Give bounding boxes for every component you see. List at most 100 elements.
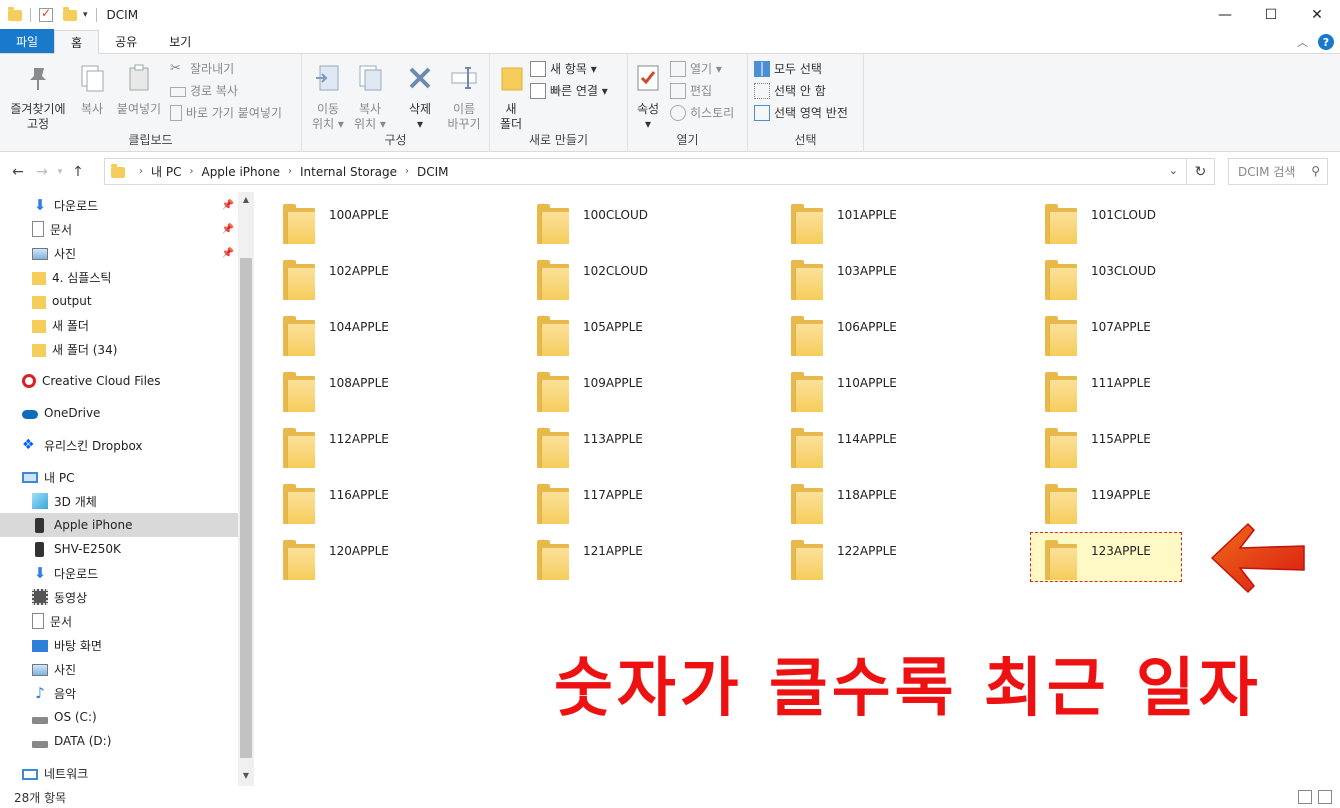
- nav-creative-cloud[interactable]: Creative Cloud Files: [22, 369, 254, 393]
- properties-button[interactable]: 속성 ▾: [632, 62, 664, 132]
- nav-item[interactable]: ⬇ 다운로드: [0, 561, 238, 585]
- folder-item[interactable]: 120APPLE: [254, 528, 494, 580]
- scroll-thumb[interactable]: [240, 258, 252, 758]
- breadcrumb-this-pc[interactable]: 내 PC: [151, 163, 181, 180]
- nav-onedrive[interactable]: OneDrive: [22, 401, 254, 425]
- copy-button[interactable]: 복사: [74, 62, 110, 117]
- nav-item[interactable]: ♪ 음악: [0, 681, 238, 705]
- help-icon[interactable]: ?: [1318, 34, 1334, 50]
- folder-item[interactable]: 121APPLE: [508, 528, 748, 580]
- nav-item[interactable]: DATA (D:): [0, 729, 238, 753]
- address-bar[interactable]: › 내 PC › Apple iPhone › Internal Storage…: [104, 158, 1187, 185]
- history-button[interactable]: 히스토리: [670, 104, 734, 121]
- close-button[interactable]: ✕: [1294, 0, 1340, 30]
- back-arrow-icon[interactable]: ←: [6, 164, 30, 180]
- up-arrow-icon[interactable]: ↑: [66, 164, 90, 180]
- paste-shortcut-button[interactable]: 바로 가기 붙여넣기: [170, 104, 282, 121]
- folder-item[interactable]: 104APPLE: [254, 304, 494, 356]
- easy-access-button[interactable]: 빠른 연결 ▾: [530, 82, 608, 99]
- chevron-right-icon[interactable]: ›: [189, 166, 193, 177]
- pin-icon[interactable]: 📌: [222, 200, 234, 211]
- folder-item[interactable]: 111APPLE: [1016, 360, 1256, 412]
- nav-item[interactable]: 동영상: [0, 585, 238, 609]
- chevron-right-icon[interactable]: ›: [405, 166, 409, 177]
- large-icons-view-icon[interactable]: [1318, 790, 1332, 804]
- nav-item[interactable]: Apple iPhone: [0, 513, 238, 537]
- select-none-button[interactable]: 선택 안 함: [754, 82, 826, 99]
- nav-item[interactable]: 4. 심플스틱: [0, 265, 238, 289]
- move-to-button[interactable]: 이동 위치 ▾: [308, 62, 348, 132]
- nav-dropbox[interactable]: ❖ 유리스킨 Dropbox: [22, 433, 254, 457]
- pin-quick-access-button[interactable]: 즐겨찾기에 고정: [6, 62, 70, 132]
- nav-network[interactable]: 네트워크: [22, 761, 254, 785]
- new-item-button[interactable]: 새 항목 ▾: [530, 60, 597, 77]
- edit-button[interactable]: 편집: [670, 82, 712, 99]
- folder-item[interactable]: 107APPLE: [1016, 304, 1256, 356]
- folder-item[interactable]: 109APPLE: [508, 360, 748, 412]
- recent-locations-chevron-icon[interactable]: ▾: [54, 167, 66, 177]
- copy-to-button[interactable]: 복사 위치 ▾: [350, 62, 390, 132]
- folder-item[interactable]: 102CLOUD: [508, 248, 748, 300]
- rename-button[interactable]: 이름 바꾸기: [444, 62, 484, 132]
- folder-item[interactable]: 103CLOUD: [1016, 248, 1256, 300]
- folder-item[interactable]: 117APPLE: [508, 472, 748, 524]
- nav-item[interactable]: 3D 개체: [0, 489, 238, 513]
- collapse-ribbon-icon[interactable]: ︿: [1297, 34, 1308, 50]
- folder-item[interactable]: 105APPLE: [508, 304, 748, 356]
- folder-item[interactable]: 103APPLE: [762, 248, 1002, 300]
- folder-item[interactable]: 112APPLE: [254, 416, 494, 468]
- new-folder-button[interactable]: 새 폴더: [496, 62, 526, 132]
- folder-item[interactable]: 102APPLE: [254, 248, 494, 300]
- breadcrumb-internal-storage[interactable]: Internal Storage: [300, 165, 397, 179]
- tab-file[interactable]: 파일: [0, 29, 55, 53]
- pin-icon[interactable]: 📌: [222, 224, 234, 235]
- tab-share[interactable]: 공유: [99, 29, 153, 53]
- scroll-up-icon[interactable]: ▲: [238, 192, 254, 208]
- open-button[interactable]: 열기 ▾: [670, 60, 722, 77]
- select-all-button[interactable]: 모두 선택: [754, 60, 822, 77]
- address-history-chevron-icon[interactable]: ⌄: [1169, 164, 1178, 177]
- folder-item[interactable]: 115APPLE: [1016, 416, 1256, 468]
- nav-item[interactable]: ⬇ 다운로드 📌: [0, 193, 238, 217]
- nav-this-pc[interactable]: 내 PC: [22, 465, 254, 489]
- details-view-icon[interactable]: [1298, 790, 1312, 804]
- breadcrumb-dcim[interactable]: DCIM: [417, 165, 449, 179]
- properties-quick-icon[interactable]: [39, 6, 53, 22]
- folder-item[interactable]: 106APPLE: [762, 304, 1002, 356]
- paste-button[interactable]: 붙여넣기: [112, 62, 166, 117]
- chevron-right-icon[interactable]: ›: [139, 166, 143, 177]
- folder-item[interactable]: 113APPLE: [508, 416, 748, 468]
- minimize-button[interactable]: —: [1202, 0, 1248, 30]
- nav-item[interactable]: 사진: [0, 657, 238, 681]
- cut-button[interactable]: ✂ 잘라내기: [170, 60, 234, 77]
- folder-item[interactable]: 101CLOUD: [1016, 192, 1256, 244]
- folder-item[interactable]: 122APPLE: [762, 528, 1002, 580]
- folder-item[interactable]: 119APPLE: [1016, 472, 1256, 524]
- nav-item[interactable]: 문서: [0, 609, 238, 633]
- delete-button[interactable]: 삭제 ▾: [400, 62, 440, 132]
- chevron-right-icon[interactable]: ›: [288, 166, 292, 177]
- nav-item[interactable]: output: [0, 289, 238, 313]
- folder-item[interactable]: 114APPLE: [762, 416, 1002, 468]
- folder-item[interactable]: 118APPLE: [762, 472, 1002, 524]
- nav-item[interactable]: 새 폴더: [0, 313, 238, 337]
- search-input[interactable]: DCIM 검색 ⚲: [1228, 158, 1328, 185]
- pin-icon[interactable]: 📌: [222, 248, 234, 259]
- copy-path-button[interactable]: 경로 복사: [170, 82, 238, 99]
- folder-item[interactable]: 100APPLE: [254, 192, 494, 244]
- breadcrumb-apple-iphone[interactable]: Apple iPhone: [201, 165, 279, 179]
- nav-item[interactable]: 새 폴더 (34): [0, 337, 238, 361]
- customize-toolbar-chevron-icon[interactable]: ▾: [83, 10, 88, 20]
- folder-item[interactable]: 101APPLE: [762, 192, 1002, 244]
- tab-view[interactable]: 보기: [153, 29, 207, 53]
- nav-scrollbar[interactable]: ▲ ▼: [238, 192, 254, 786]
- maximize-button[interactable]: ☐: [1248, 0, 1294, 30]
- nav-item[interactable]: OS (C:): [0, 705, 238, 729]
- nav-item[interactable]: 문서 📌: [0, 217, 238, 241]
- scroll-down-icon[interactable]: ▼: [238, 768, 254, 784]
- new-folder-quick-icon[interactable]: [63, 6, 77, 21]
- forward-arrow-icon[interactable]: →: [30, 164, 54, 180]
- folder-item[interactable]: 100CLOUD: [508, 192, 748, 244]
- tab-home[interactable]: 홈: [54, 30, 100, 54]
- nav-item[interactable]: SHV-E250K: [0, 537, 238, 561]
